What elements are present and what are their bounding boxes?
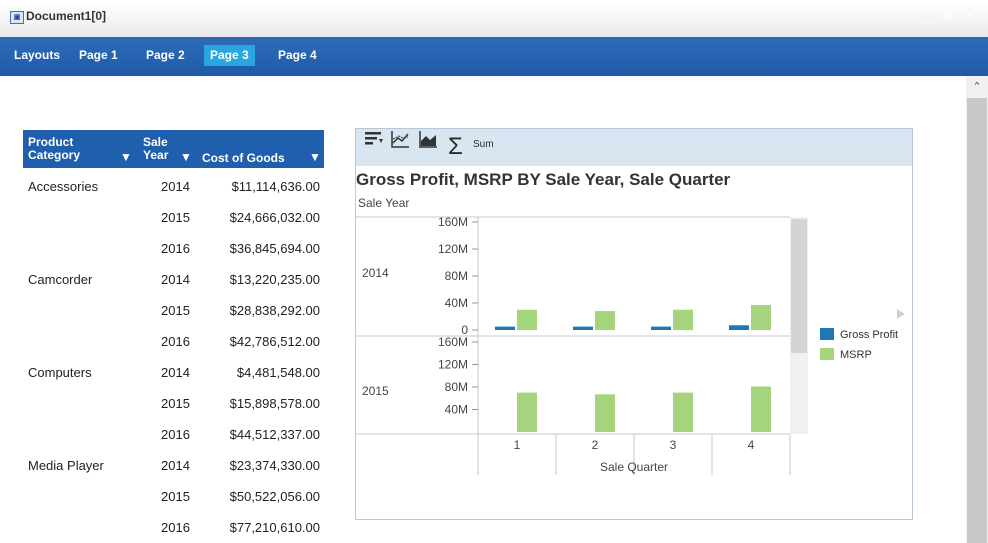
cell-year: 2016 <box>161 520 190 535</box>
title-bar: ▣ Document1[0] <box>0 0 988 38</box>
scroll-up-icon[interactable]: ⌃ <box>966 80 988 96</box>
cell-cost: $36,845,694.00 <box>229 241 320 256</box>
gross-profit-bar <box>651 326 671 330</box>
table-row: 2016 $36,845,694.00 <box>23 234 324 264</box>
cell-cost: $4,481,548.00 <box>236 365 320 380</box>
table-row: Accessories 2014 $11,114,636.00 <box>23 172 324 202</box>
cell-year: 2015 <box>161 303 190 318</box>
table-row: 2015 $15,898,578.00 <box>23 389 324 419</box>
vertical-scrollbar[interactable]: ⌃ <box>966 76 988 543</box>
cell-cost: $77,210,610.00 <box>229 520 320 535</box>
cell-cost: $44,512,337.00 <box>229 427 320 442</box>
gross-profit-bar <box>729 325 749 330</box>
y-tick-label: 120M <box>438 358 468 372</box>
legend-swatch <box>820 348 834 360</box>
cell-cost: $42,786,512.00 <box>229 334 320 349</box>
msrp-bar <box>673 309 693 330</box>
cell-cost: $23,374,330.00 <box>229 458 320 473</box>
cell-cost: $24,666,032.00 <box>229 210 320 225</box>
msrp-bar <box>751 386 771 432</box>
document-icon: ▣ <box>10 11 24 24</box>
y-tick-label: 120M <box>438 242 468 256</box>
y-tick-label: 80M <box>445 269 468 283</box>
table-row: 2015 $28,838,292.00 <box>23 296 324 326</box>
x-tick-label: 3 <box>670 438 677 452</box>
table-row: 2016 $77,210,610.00 <box>23 513 324 543</box>
gross-profit-bar <box>495 326 515 330</box>
page-tab-bar: _ ⧉ ✕ Layouts Page 1 Page 2 Page 3 Page … <box>0 8 988 76</box>
chart-scrollbar-thumb <box>791 219 807 353</box>
cell-year: 2015 <box>161 489 190 504</box>
tab-page-4[interactable]: Page 4 <box>272 45 323 66</box>
y-tick-label: 80M <box>445 380 468 394</box>
cell-category: Media Player <box>28 458 104 473</box>
cell-cost: $50,522,056.00 <box>229 489 320 504</box>
cell-year: 2014 <box>161 365 190 380</box>
legend-label: Gross Profit <box>840 329 898 341</box>
header-sale-year[interactable]: Sale Year <box>143 136 168 162</box>
panel-year-label: 2014 <box>362 266 389 280</box>
cell-cost: $28,838,292.00 <box>229 303 320 318</box>
report-table-header: Product Category ▼ Sale Year ▼ Cost of G… <box>23 130 324 168</box>
table-row: Camcorder 2014 $13,220,235.00 <box>23 265 324 295</box>
msrp-bar <box>751 305 771 330</box>
table-row: 2015 $24,666,032.00 <box>23 203 324 233</box>
legend-expand-icon <box>897 309 905 319</box>
legend-swatch <box>820 328 834 340</box>
sort-product-category-icon[interactable]: ▼ <box>120 151 132 164</box>
cell-year: 2014 <box>161 458 190 473</box>
cell-year: 2015 <box>161 396 190 411</box>
sort-sale-year-icon[interactable]: ▼ <box>180 151 192 164</box>
tab-page-2[interactable]: Page 2 <box>140 45 191 66</box>
tab-page-3[interactable]: Page 3 <box>204 45 255 66</box>
scrollbar-thumb[interactable] <box>967 98 987 543</box>
cell-category: Camcorder <box>28 272 93 287</box>
x-tick-label: 1 <box>514 438 521 452</box>
y-tick-label: 160M <box>438 335 468 349</box>
cell-year: 2014 <box>161 272 190 287</box>
cell-category: Computers <box>28 365 92 380</box>
msrp-bar <box>595 394 615 432</box>
table-row: 2015 $50,522,056.00 <box>23 482 324 512</box>
cell-year: 2016 <box>161 241 190 256</box>
row-label-sale-year: Sale Year <box>358 196 409 210</box>
cell-year: 2016 <box>161 427 190 442</box>
cell-year: 2015 <box>161 210 190 225</box>
table-row: 2016 $44,512,337.00 <box>23 420 324 450</box>
header-cost-of-goods[interactable]: Cost of Goods <box>202 152 285 165</box>
tab-layouts[interactable]: Layouts <box>8 45 66 66</box>
window-controls[interactable]: _ ⧉ ✕ <box>924 8 978 24</box>
tab-page-1[interactable]: Page 1 <box>73 45 124 66</box>
table-row: Computers 2014 $4,481,548.00 <box>23 358 324 388</box>
cell-year: 2014 <box>161 179 190 194</box>
cell-category: Accessories <box>28 179 99 194</box>
legend-label: MSRP <box>840 349 872 361</box>
gross-profit-bar <box>573 326 593 330</box>
msrp-bar <box>673 392 693 432</box>
chart-panel: Σ Sum Gross Profit, MSRP BY Sale Year, S… <box>355 128 913 520</box>
bar-chart: Sale Year2014040M80M120M160M201540M80M12… <box>356 196 905 475</box>
cell-cost: $11,114,636.00 <box>231 179 320 194</box>
x-tick-label: 2 <box>592 438 599 452</box>
table-row: 2016 $42,786,512.00 <box>23 327 324 357</box>
cell-cost: $13,220,235.00 <box>229 272 320 287</box>
y-tick-label: 40M <box>445 403 468 417</box>
window-title: Document1[0] <box>26 9 107 23</box>
cell-cost: $15,898,578.00 <box>229 396 320 411</box>
cell-year: 2016 <box>161 334 190 349</box>
msrp-bar <box>595 311 615 330</box>
table-row: Media Player 2014 $23,374,330.00 <box>23 451 324 481</box>
msrp-bar <box>517 309 537 330</box>
x-tick-label: 4 <box>748 438 755 452</box>
header-product-category[interactable]: Product Category <box>28 136 80 162</box>
panel-year-label: 2015 <box>362 384 389 398</box>
y-tick-label: 160M <box>438 215 468 229</box>
msrp-bar <box>517 392 537 432</box>
x-axis-title: Sale Quarter <box>600 460 668 474</box>
sort-cost-of-goods-icon[interactable]: ▼ <box>309 151 321 164</box>
y-tick-label: 40M <box>445 296 468 310</box>
